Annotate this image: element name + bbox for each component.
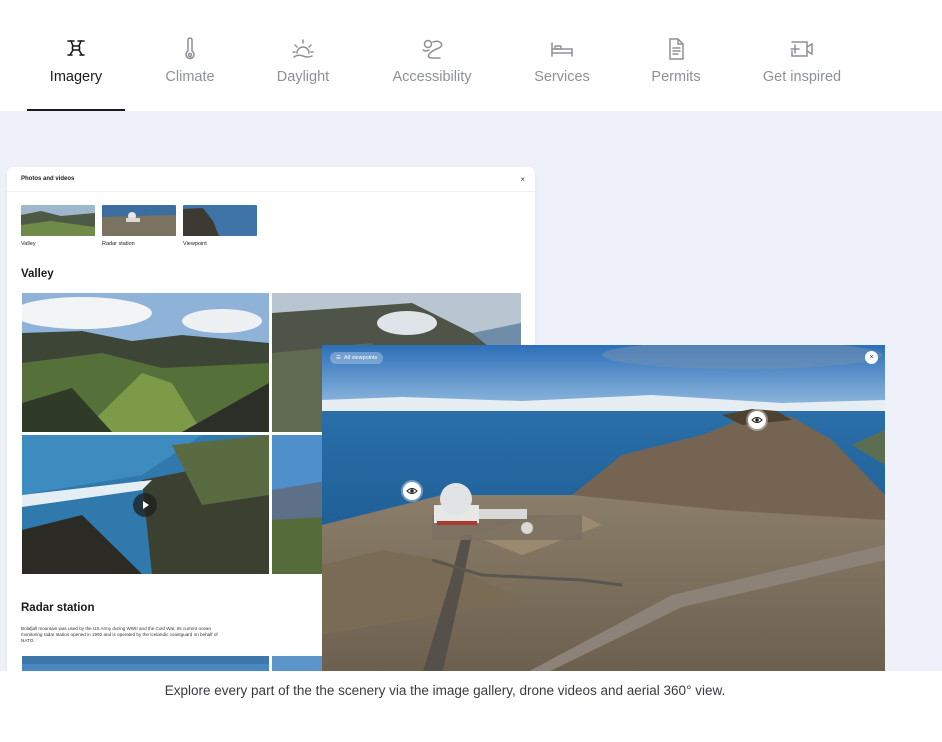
sunrise-icon bbox=[290, 36, 316, 62]
road-map-icon bbox=[419, 36, 445, 62]
all-viewpoints-label: All viewpoints bbox=[343, 355, 378, 361]
tab-label: Climate bbox=[165, 69, 215, 85]
document-icon bbox=[663, 36, 689, 62]
tab-label: Permits bbox=[651, 69, 701, 85]
thumbnail-radar-station[interactable] bbox=[102, 205, 176, 236]
tab-accessibility[interactable]: Accessibility bbox=[384, 36, 480, 111]
viewpoint-hotspot[interactable] bbox=[748, 411, 766, 429]
all-viewpoints-button[interactable]: ☰ All viewpoints bbox=[330, 352, 384, 364]
thumbnail-viewpoint[interactable] bbox=[183, 205, 257, 236]
section-title-radar-station: Radar station bbox=[21, 602, 95, 614]
tab-label: Get inspired bbox=[762, 69, 842, 85]
tab-daylight[interactable]: Daylight bbox=[263, 36, 343, 111]
tab-permits[interactable]: Permits bbox=[643, 36, 709, 111]
viewpoint-hotspot[interactable] bbox=[403, 482, 421, 500]
tab-label: Accessibility bbox=[392, 69, 472, 85]
valley-photo[interactable] bbox=[22, 293, 269, 432]
radar-photo[interactable] bbox=[22, 656, 269, 671]
section-description: Bolafjall mountain was used by the US Ar… bbox=[21, 626, 218, 644]
tab-label: Imagery bbox=[49, 69, 103, 85]
thumbnail-valley[interactable] bbox=[21, 205, 95, 236]
tab-services[interactable]: Services bbox=[526, 36, 598, 111]
drone-icon bbox=[63, 36, 89, 62]
viewer-close-button[interactable]: × bbox=[865, 351, 878, 364]
cliff-video-thumbnail[interactable] bbox=[22, 435, 269, 574]
gallery-close-button[interactable]: × bbox=[520, 175, 525, 184]
gallery-title: Photos and videos bbox=[21, 176, 75, 182]
preview-stage: Photos and videos × Valley Radar station bbox=[0, 111, 942, 671]
tab-imagery[interactable]: Imagery bbox=[27, 36, 125, 111]
eye-icon bbox=[751, 417, 763, 423]
video-add-icon bbox=[789, 36, 815, 62]
divider bbox=[7, 191, 535, 192]
thumbnail-label: Viewpoint bbox=[183, 241, 207, 247]
feature-caption: Explore every part of the the scenery vi… bbox=[164, 683, 726, 698]
section-title-valley: Valley bbox=[21, 268, 54, 280]
aerial-360-viewer[interactable]: ☰ All viewpoints × bbox=[322, 345, 885, 671]
thermometer-icon bbox=[177, 36, 203, 62]
tab-climate[interactable]: Climate bbox=[150, 36, 230, 111]
tab-label: Services bbox=[534, 69, 590, 85]
thumbnail-label: Radar station bbox=[102, 241, 135, 247]
thumbnail-label: Valley bbox=[21, 241, 36, 247]
bed-icon bbox=[549, 36, 575, 62]
tab-label: Daylight bbox=[276, 69, 330, 85]
eye-icon bbox=[406, 488, 418, 494]
tab-get-inspired[interactable]: Get inspired bbox=[754, 36, 850, 111]
feature-tabs: Imagery Climate Daylight Accessibility S… bbox=[0, 0, 942, 111]
menu-icon: ☰ bbox=[336, 355, 341, 361]
play-video-button[interactable] bbox=[133, 493, 157, 517]
panorama-image bbox=[322, 345, 885, 671]
